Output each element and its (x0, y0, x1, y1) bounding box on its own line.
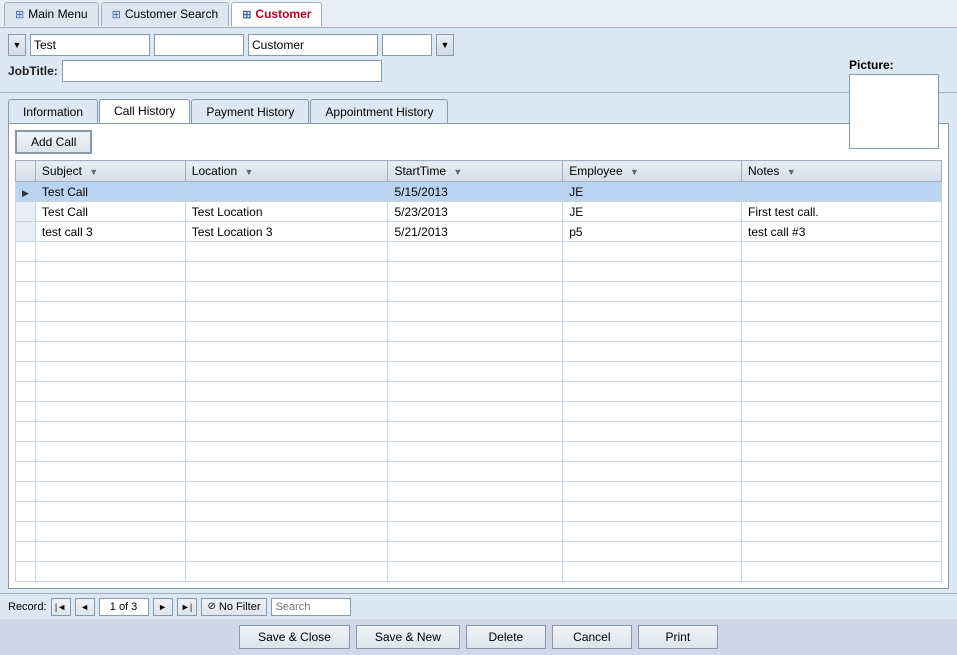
tab-information[interactable]: Information (8, 99, 98, 123)
first-name-input[interactable] (30, 34, 150, 56)
bottom-buttons: Save & Close Save & New Delete Cancel Pr… (0, 619, 957, 655)
picture-label: Picture: (849, 58, 949, 72)
filter-icon: ⊘ (208, 601, 216, 612)
search-input[interactable] (271, 598, 351, 616)
cell-starttime: 5/15/2013 (388, 182, 563, 202)
grid-icon: ⊞ (15, 8, 24, 21)
table-row (16, 462, 942, 482)
tab-customer-label: Customer (255, 7, 311, 21)
cell-notes: test call #3 (742, 222, 942, 242)
table-row (16, 422, 942, 442)
jobtitle-label: JobTitle: (8, 64, 58, 78)
nav-last-btn[interactable]: ►| (177, 598, 197, 616)
table-row (16, 342, 942, 362)
grid-icon: ⊞ (112, 8, 121, 21)
table-row (16, 382, 942, 402)
row-indicator (16, 202, 36, 222)
tab-payment-history[interactable]: Payment History (191, 99, 309, 123)
table-row (16, 262, 942, 282)
jobtitle-input[interactable] (62, 60, 382, 82)
cell-employee: JE (563, 182, 742, 202)
row-indicator (16, 182, 36, 202)
calls-grid: Subject ▼ Location ▼ StartTime ▼ Employe… (15, 160, 942, 582)
cell-employee: JE (563, 202, 742, 222)
customer-type-input[interactable] (248, 34, 378, 56)
tab-customer-search[interactable]: ⊞ Customer Search (101, 2, 230, 26)
tab-main-menu[interactable]: ⊞ Main Menu (4, 2, 99, 26)
picture-box (849, 74, 939, 149)
table-row (16, 562, 942, 582)
nav-next-btn[interactable]: ► (153, 598, 173, 616)
tab-customer[interactable]: ⊞ Customer (231, 2, 322, 26)
table-row (16, 502, 942, 522)
sort-arrow-notes: ▼ (787, 167, 796, 177)
tab-appointment-history[interactable]: Appointment History (310, 99, 448, 123)
sort-arrow-subject: ▼ (89, 167, 98, 177)
print-button[interactable]: Print (638, 625, 718, 649)
cancel-button[interactable]: Cancel (552, 625, 632, 649)
sort-arrow-location: ▼ (245, 167, 254, 177)
add-call-button[interactable]: Add Call (15, 130, 92, 154)
table-row[interactable]: Test CallTest Location5/23/2013JEFirst t… (16, 202, 942, 222)
sort-arrow-employee: ▼ (630, 167, 639, 177)
cell-employee: p5 (563, 222, 742, 242)
save-new-button[interactable]: Save & New (356, 625, 460, 649)
main-content: ▼ ▼ JobTitle: Picture: Information Call … (0, 28, 957, 619)
tabs-bar: Information Call History Payment History… (0, 93, 957, 123)
tab-call-history[interactable]: Call History (99, 99, 190, 123)
nav-first-btn[interactable]: |◄ (51, 598, 71, 616)
record-label: Record: (8, 601, 47, 613)
tab-customer-search-label: Customer Search (125, 7, 218, 21)
cell-notes: First test call. (742, 202, 942, 222)
name-row: ▼ ▼ (8, 34, 949, 56)
nav-prev-btn[interactable]: ◄ (75, 598, 95, 616)
prefix-dropdown[interactable]: ▼ (8, 34, 26, 56)
cell-location (185, 182, 388, 202)
table-row (16, 302, 942, 322)
suffix-input[interactable] (382, 34, 432, 56)
picture-section: Picture: (849, 58, 949, 149)
cell-subject: Test Call (35, 182, 185, 202)
jobtitle-row: JobTitle: (8, 60, 949, 82)
col-subject[interactable]: Subject ▼ (35, 161, 185, 182)
table-row (16, 362, 942, 382)
col-starttime[interactable]: StartTime ▼ (388, 161, 563, 182)
delete-button[interactable]: Delete (466, 625, 546, 649)
cell-starttime: 5/21/2013 (388, 222, 563, 242)
col-employee[interactable]: Employee ▼ (563, 161, 742, 182)
status-bar: Record: |◄ ◄ ► ►| ⊘ No Filter (0, 593, 957, 619)
table-row (16, 322, 942, 342)
table-row (16, 482, 942, 502)
form-area: ▼ ▼ JobTitle: (0, 28, 957, 93)
title-bar: ⊞ Main Menu ⊞ Customer Search ⊞ Customer (0, 0, 957, 28)
table-row (16, 402, 942, 422)
col-notes[interactable]: Notes ▼ (742, 161, 942, 182)
no-filter-label: No Filter (219, 601, 261, 613)
table-row (16, 282, 942, 302)
tab-main-menu-label: Main Menu (28, 7, 87, 21)
cell-starttime: 5/23/2013 (388, 202, 563, 222)
save-close-button[interactable]: Save & Close (239, 625, 350, 649)
row-indicator-header (16, 161, 36, 182)
row-indicator (16, 222, 36, 242)
suffix-dropdown[interactable]: ▼ (436, 34, 454, 56)
cell-notes (742, 182, 942, 202)
table-row (16, 442, 942, 462)
table-row (16, 542, 942, 562)
tab-content-call-history: Add Call Subject ▼ Location ▼ StartTime (8, 123, 949, 589)
cell-subject: test call 3 (35, 222, 185, 242)
no-filter-btn[interactable]: ⊘ No Filter (201, 598, 268, 616)
table-row (16, 242, 942, 262)
table-row[interactable]: Test Call 5/15/2013JE (16, 182, 942, 202)
grid-icon: ⊞ (242, 8, 251, 21)
table-row (16, 522, 942, 542)
record-number-input[interactable] (99, 598, 149, 616)
col-location[interactable]: Location ▼ (185, 161, 388, 182)
cell-location: Test Location 3 (185, 222, 388, 242)
middle-name-input[interactable] (154, 34, 244, 56)
sort-arrow-starttime: ▼ (453, 167, 462, 177)
table-row[interactable]: test call 3Test Location 35/21/2013p5tes… (16, 222, 942, 242)
cell-location: Test Location (185, 202, 388, 222)
cell-subject: Test Call (35, 202, 185, 222)
